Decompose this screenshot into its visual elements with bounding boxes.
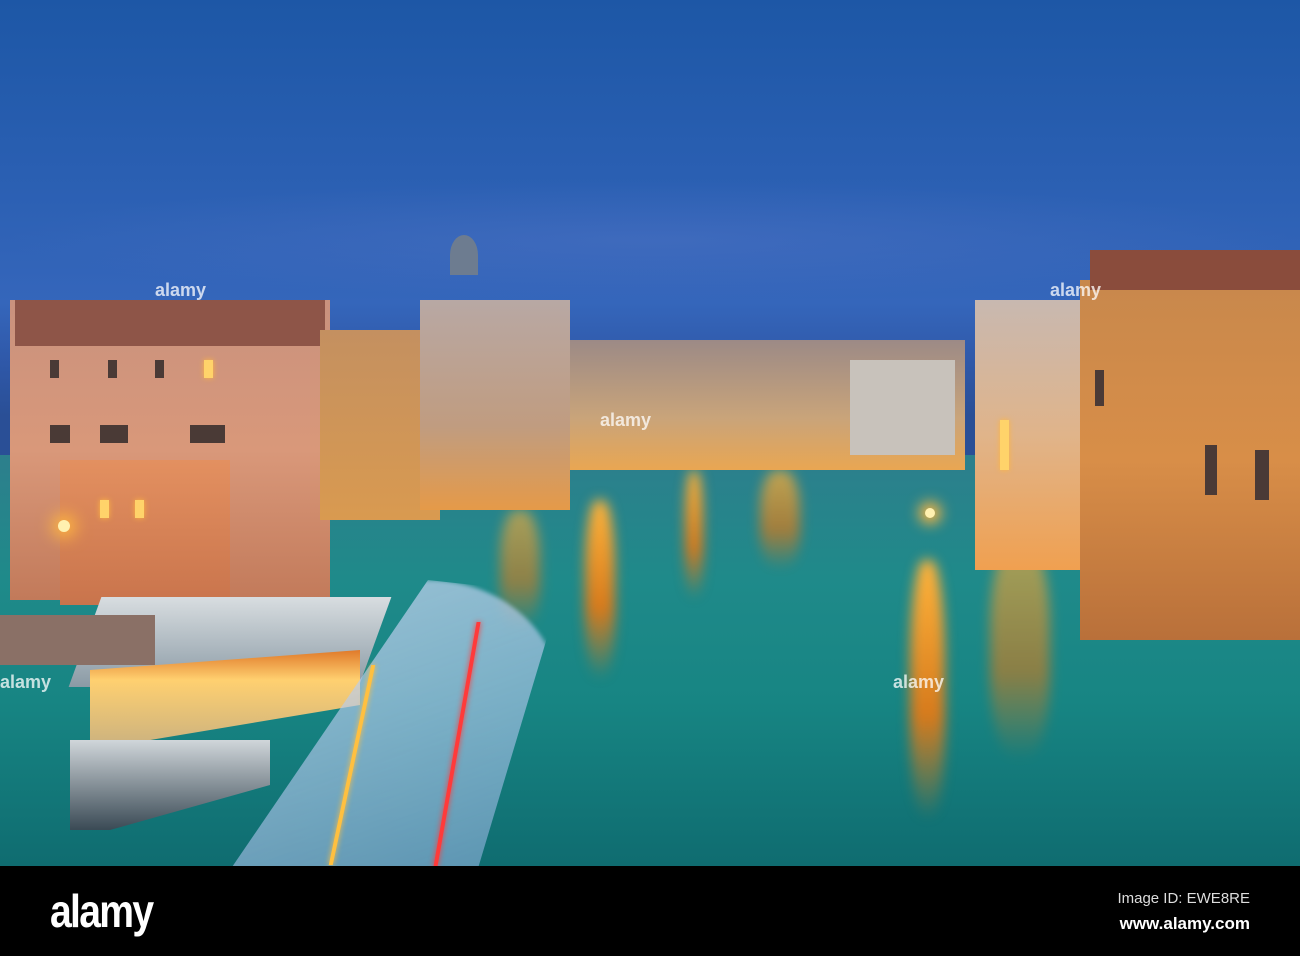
- watermark: alamy: [155, 280, 207, 300]
- canal-photo: alamy alamy alamy alamy alamy: [0, 0, 1300, 866]
- window: [1205, 445, 1217, 495]
- alamy-logo: alamy: [50, 885, 154, 937]
- right-palazzo-white: [975, 300, 1085, 570]
- window: [1255, 450, 1269, 500]
- image-id: Image ID: EWE8RE: [1117, 890, 1250, 907]
- window-lit: [1000, 420, 1009, 470]
- watermark: alamy: [0, 672, 52, 692]
- window: [100, 425, 128, 443]
- watermark: alamy: [893, 672, 945, 692]
- footer-bar: alamy Image ID: EWE8RE www.alamy.com: [0, 866, 1300, 956]
- watermark: alamy: [1050, 280, 1102, 300]
- window-lit: [100, 500, 109, 518]
- window-lit: [204, 360, 213, 378]
- light-reflection: [585, 500, 615, 680]
- street-lamp: [925, 508, 935, 518]
- light-reflection: [685, 470, 703, 600]
- window: [108, 360, 117, 378]
- website-link[interactable]: www.alamy.com: [1120, 914, 1250, 934]
- left-palazzo-3: [420, 300, 570, 510]
- window: [50, 425, 70, 443]
- window: [1095, 370, 1104, 406]
- dome: [450, 235, 478, 275]
- street-lamp: [58, 520, 70, 532]
- window: [155, 360, 164, 378]
- window: [190, 425, 225, 443]
- distant-palazzo: [850, 360, 955, 455]
- light-reflection: [990, 540, 1050, 760]
- watermark: alamy: [600, 410, 652, 430]
- right-roof: [1090, 250, 1300, 290]
- window-lit: [135, 500, 144, 518]
- window: [50, 360, 59, 378]
- left-roof: [15, 300, 325, 346]
- left-corner-house: [60, 460, 230, 605]
- light-reflection: [760, 470, 800, 570]
- pier: [0, 615, 155, 665]
